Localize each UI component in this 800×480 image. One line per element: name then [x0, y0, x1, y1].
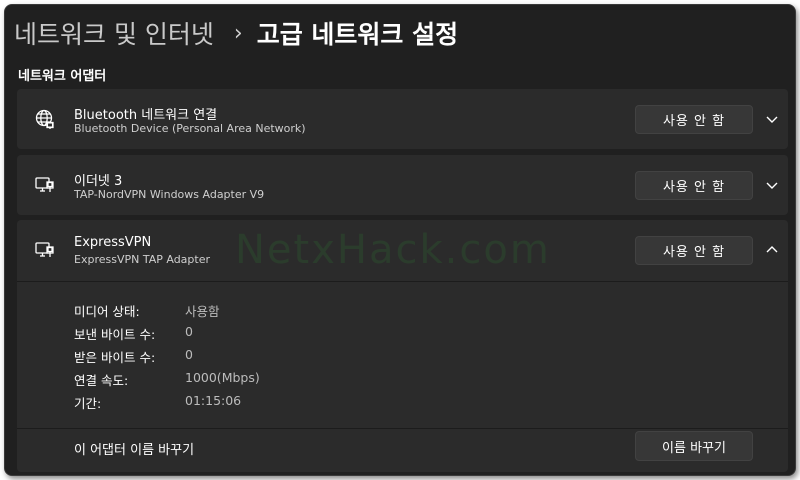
adapter-row[interactable]: ExpressVPN ExpressVPN TAP Adapter 사용 안 함	[17, 220, 788, 280]
rename-adapter-label: 이 어댑터 이름 바꾸기	[74, 443, 195, 458]
page-title: 고급 네트워크 설정	[256, 20, 459, 49]
adapter-name: 이더넷 3	[74, 174, 123, 189]
chevron-up-icon[interactable]	[764, 242, 780, 258]
property-label: 기간:	[74, 396, 102, 411]
adapter-description: Bluetooth Device (Personal Area Network)	[74, 122, 306, 135]
divider	[17, 281, 788, 282]
divider	[17, 428, 788, 429]
chevron-down-icon[interactable]	[764, 177, 780, 193]
disable-adapter-button[interactable]: 사용 안 함	[635, 105, 753, 134]
section-title: 네트워크 어댑터	[18, 69, 107, 84]
settings-window: 네트워크 및 인터넷 › 고급 네트워크 설정 네트워크 어댑터 Bluetoo…	[4, 4, 796, 476]
adapter-card-ethernet-3[interactable]: 이더넷 3 TAP-NordVPN Windows Adapter V9 사용 …	[17, 155, 788, 215]
property-value: 0	[185, 324, 193, 339]
property-label: 미디어 상태:	[74, 304, 140, 319]
globe-network-icon	[34, 108, 56, 130]
breadcrumb-separator: ›	[233, 20, 243, 46]
breadcrumb-parent-link[interactable]: 네트워크 및 인터넷	[14, 15, 214, 51]
property-value: 1000(Mbps)	[185, 370, 260, 385]
property-value: 01:15:06	[185, 393, 242, 408]
chevron-down-icon[interactable]	[764, 111, 780, 127]
adapter-row[interactable]: Bluetooth 네트워크 연결 Bluetooth Device (Pers…	[17, 89, 788, 149]
property-label: 연결 속도:	[74, 373, 129, 388]
property-value: 0	[185, 347, 193, 362]
adapter-description: TAP-NordVPN Windows Adapter V9	[74, 188, 265, 201]
adapter-name: ExpressVPN	[74, 235, 152, 250]
property-label: 보낸 바이트 수:	[74, 327, 156, 342]
rename-adapter-button[interactable]: 이름 바꾸기	[635, 431, 753, 461]
ethernet-monitor-icon	[34, 174, 56, 196]
adapter-row[interactable]: 이더넷 3 TAP-NordVPN Windows Adapter V9 사용 …	[17, 155, 788, 215]
adapter-description: ExpressVPN TAP Adapter	[74, 253, 210, 266]
disable-adapter-button[interactable]: 사용 안 함	[635, 171, 753, 200]
property-label: 받은 바이트 수:	[74, 350, 156, 365]
disable-adapter-button[interactable]: 사용 안 함	[635, 236, 753, 265]
breadcrumb: 네트워크 및 인터넷 › 고급 네트워크 설정	[14, 13, 458, 53]
adapter-card-expressvpn[interactable]: ExpressVPN ExpressVPN TAP Adapter 사용 안 함…	[17, 220, 788, 472]
adapter-card-bluetooth[interactable]: Bluetooth 네트워크 연결 Bluetooth Device (Pers…	[17, 89, 788, 149]
adapter-name: Bluetooth 네트워크 연결	[74, 108, 218, 123]
property-value: 사용함	[185, 304, 220, 319]
ethernet-monitor-icon	[34, 239, 56, 261]
